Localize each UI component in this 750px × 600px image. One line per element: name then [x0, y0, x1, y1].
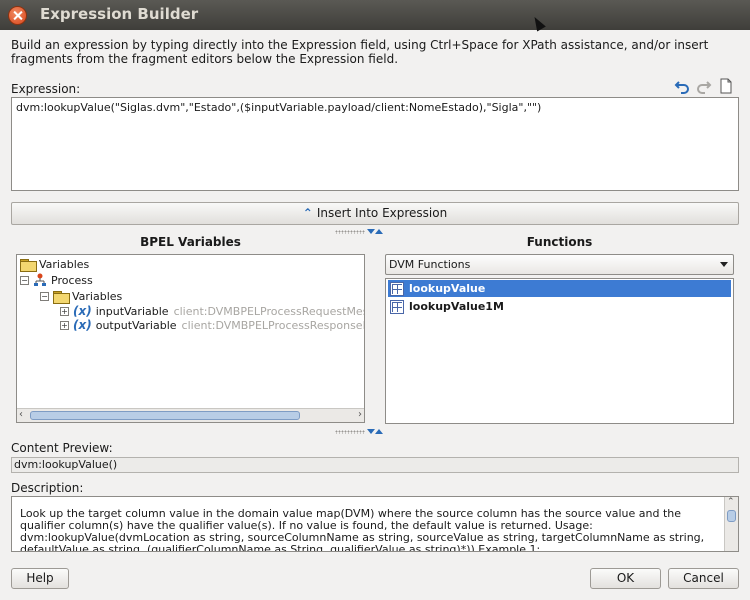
- window-title: Expression Builder: [40, 5, 199, 23]
- scroll-right-icon[interactable]: ›: [358, 409, 362, 420]
- tree-item-label: Variables: [72, 289, 123, 303]
- insert-into-expression-button[interactable]: ⌃ Insert Into Expression: [11, 202, 739, 225]
- cancel-button[interactable]: Cancel: [668, 568, 739, 589]
- scroll-left-icon[interactable]: ‹: [19, 409, 23, 420]
- horizontal-splitter[interactable]: [335, 429, 383, 435]
- ok-button[interactable]: OK: [590, 568, 661, 589]
- description-text: Look up the target column value in the d…: [20, 507, 705, 552]
- collapse-icon[interactable]: −: [20, 275, 29, 285]
- close-icon[interactable]: [8, 6, 27, 25]
- function-item-label: lookupValue1M: [409, 300, 504, 313]
- expression-label: Expression:: [11, 82, 81, 96]
- content-preview-label: Content Preview:: [11, 441, 113, 455]
- functions-heading: Functions: [526, 235, 593, 249]
- new-document-icon[interactable]: [718, 78, 734, 94]
- horizontal-scrollbar[interactable]: ‹ ›: [17, 408, 364, 422]
- expand-icon[interactable]: +: [60, 320, 69, 330]
- help-button[interactable]: Help: [11, 568, 69, 589]
- chevron-down-icon: [720, 262, 728, 267]
- scrollbar-thumb[interactable]: [30, 411, 300, 420]
- function-category-value: DVM Functions: [389, 258, 471, 271]
- function-category-select[interactable]: DVM Functions: [385, 254, 734, 275]
- scrollbar-thumb[interactable]: [727, 510, 736, 522]
- insert-button-label: Insert Into Expression: [316, 206, 448, 220]
- tree-item-type-hint: client:DVMBPELProcessResponseMessage: [181, 318, 364, 332]
- vertical-scrollbar[interactable]: ⌃: [724, 497, 738, 551]
- folder-icon: [53, 290, 70, 304]
- bpel-variables-tree[interactable]: Variables − Process − Variables + (x) in…: [16, 254, 365, 423]
- expression-builder-dialog: Expression Builder Build an expression b…: [0, 0, 750, 600]
- collapse-icon[interactable]: −: [40, 291, 49, 301]
- tree-item-label: Process: [51, 273, 93, 287]
- tree-item-output-variable[interactable]: + (x) outputVariable client:DVMBPELProce…: [60, 317, 364, 333]
- tree-item-variables[interactable]: − Variables: [40, 288, 122, 304]
- variable-icon: (x): [73, 318, 92, 332]
- function-item-label: lookupValue: [409, 282, 486, 295]
- scroll-up-icon[interactable]: ⌃: [727, 497, 735, 507]
- folder-icon: [20, 258, 37, 272]
- chevron-up-icon: ⌃: [302, 206, 313, 220]
- tree-item-label: inputVariable: [95, 304, 169, 318]
- dvm-function-icon: [390, 281, 404, 296]
- content-preview-field: dvm:lookupValue(): [11, 457, 739, 473]
- intro-text: Build an expression by typing directly i…: [11, 38, 709, 66]
- expression-input[interactable]: dvm:lookupValue("Siglas.dvm","Estado",($…: [11, 97, 739, 191]
- functions-list[interactable]: lookupValue lookupValue1M: [385, 278, 734, 424]
- tree-item-type-hint: client:DVMBPELProcessRequestMessage: [173, 304, 364, 318]
- bpel-variables-heading: BPEL Variables: [140, 235, 241, 249]
- function-item-lookupvalue1m[interactable]: lookupValue1M: [388, 298, 731, 315]
- tree-item-variables-root[interactable]: Variables: [20, 256, 89, 272]
- function-item-lookupvalue[interactable]: lookupValue: [388, 280, 731, 297]
- tree-item-label: Variables: [39, 257, 90, 271]
- title-bar: Expression Builder: [0, 0, 750, 30]
- description-box[interactable]: Look up the target column value in the d…: [11, 496, 739, 552]
- process-icon: [34, 273, 46, 286]
- undo-icon[interactable]: [674, 78, 690, 94]
- tree-item-process[interactable]: − Process: [20, 272, 93, 288]
- expand-icon[interactable]: +: [60, 306, 69, 316]
- dvm-function-icon: [390, 299, 404, 314]
- variable-icon: (x): [73, 304, 92, 318]
- tree-item-label: outputVariable: [95, 318, 177, 332]
- expression-toolbar: [674, 78, 734, 94]
- description-label: Description:: [11, 481, 84, 495]
- redo-icon[interactable]: [696, 78, 712, 94]
